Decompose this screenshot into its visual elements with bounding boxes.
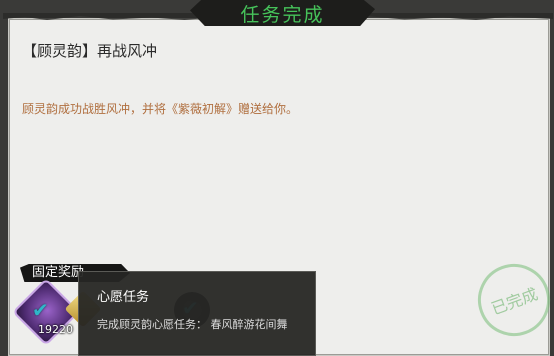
item-count: 19220 bbox=[38, 323, 73, 336]
check-icon: ✔ bbox=[32, 298, 49, 322]
tooltip-body: 完成顾灵韵心愿任务： 春风醉游花间舞 bbox=[97, 318, 288, 331]
stamp-text: 已完成 bbox=[488, 284, 541, 319]
reward-tooltip: 心愿任务 完成顾灵韵心愿任务： 春风醉游花间舞 bbox=[78, 271, 316, 356]
title-banner: 任务完成 bbox=[190, 0, 375, 26]
quest-name: 【顾灵韵】再战风冲 bbox=[22, 42, 158, 60]
quest-description: 顾灵韵成功战胜风冲，并将《紫薇初解》赠送给你。 bbox=[22, 102, 299, 116]
tooltip-title: 心愿任务 bbox=[97, 290, 150, 305]
page-title: 任务完成 bbox=[240, 3, 325, 26]
